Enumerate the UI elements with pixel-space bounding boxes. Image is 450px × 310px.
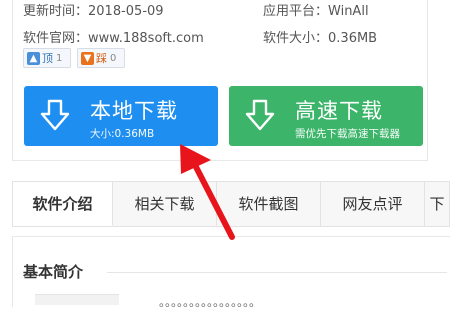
fast-download-button[interactable]: 高速下载 需优先下载高速下载器 <box>229 86 423 146</box>
downvote-count: 0 <box>110 52 117 64</box>
downvote-button[interactable]: ▼ 踩 0 <box>77 48 125 68</box>
update-time-label: 更新时间： <box>23 4 89 19</box>
upvote-button[interactable]: ▲ 顶 1 <box>23 48 71 68</box>
section-title: 基本简介 <box>23 263 84 281</box>
size-value: 0.36MB <box>328 31 378 46</box>
tab-software-intro[interactable]: 软件介绍 <box>13 182 113 226</box>
update-time-value: 2018-05-09 <box>88 4 164 19</box>
website-row: 软件官网：www.188soft.com <box>23 27 204 46</box>
upvote-label: 顶 <box>42 52 53 65</box>
download-arrow-icon <box>40 99 70 131</box>
tab-screenshots[interactable]: 软件截图 <box>217 182 321 226</box>
update-time-row: 更新时间：2018-05-09 <box>23 0 164 19</box>
website-label: 软件官网： <box>23 31 89 46</box>
platform-label: 应用平台： <box>263 4 329 19</box>
fast-download-note: 需优先下载高速下载器 <box>295 128 400 140</box>
platform-value: WinAll <box>328 4 369 19</box>
intro-text-truncated: 。。。。。。。。。。。。。。。。 <box>159 295 262 309</box>
detail-tabs: 软件介绍 相关下载 软件截图 网友点评 下 <box>12 181 450 227</box>
tab-related-downloads[interactable]: 相关下载 <box>113 182 217 226</box>
downvote-label: 踩 <box>96 52 107 65</box>
local-download-title: 本地下载 <box>90 99 178 123</box>
size-row: 软件大小：0.36MB <box>263 27 377 46</box>
intro-section: 基本简介 。。。。。。。。。。。。。。。。 <box>12 236 450 309</box>
website-link[interactable]: www.188soft.com <box>88 31 204 46</box>
platform-row: 应用平台：WinAll <box>263 0 369 19</box>
size-label: 软件大小： <box>263 31 329 46</box>
tab-user-reviews[interactable]: 网友点评 <box>321 182 425 226</box>
tab-downloads-partial[interactable]: 下 <box>425 182 449 226</box>
local-download-size: 大小:0.36MB <box>90 128 155 140</box>
section-divider <box>107 272 447 273</box>
download-arrow-icon <box>245 99 275 131</box>
fast-download-title: 高速下载 <box>295 99 383 123</box>
thumbs-down-icon: ▼ <box>81 51 94 65</box>
upvote-count: 1 <box>56 52 63 64</box>
thumbs-up-icon: ▲ <box>27 51 40 65</box>
local-download-button[interactable]: 本地下载 大小:0.36MB <box>24 86 218 146</box>
